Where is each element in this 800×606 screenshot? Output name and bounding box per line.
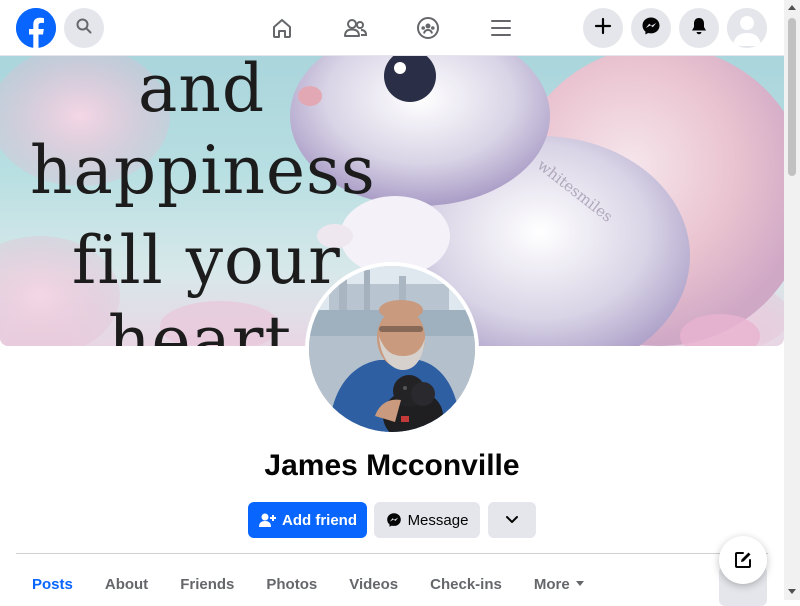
search-button[interactable]	[64, 8, 104, 48]
menu-icon[interactable]	[485, 12, 517, 44]
messenger-icon	[641, 16, 661, 41]
bell-icon	[689, 16, 709, 41]
tab-posts[interactable]: Posts	[32, 562, 73, 600]
tab-videos[interactable]: Videos	[349, 562, 398, 600]
scroll-thumb[interactable]	[788, 18, 796, 176]
scroll-up-icon[interactable]	[788, 5, 796, 10]
tab-more-label: More	[533, 576, 570, 593]
cover-text-line: heart	[108, 302, 292, 347]
cover-text-line: and	[138, 56, 266, 127]
add-friend-icon	[258, 512, 276, 528]
user-avatar-icon[interactable]	[727, 8, 767, 48]
top-navigation-bar	[0, 0, 784, 56]
tab-more[interactable]: More	[534, 562, 584, 600]
cover-text-line: happiness	[30, 132, 376, 209]
caret-down-icon	[575, 581, 584, 586]
tab-friends[interactable]: Friends	[180, 562, 234, 600]
groups-icon[interactable]	[412, 12, 444, 44]
messenger-button[interactable]	[631, 8, 671, 48]
add-friend-label: Add friend	[282, 511, 357, 529]
add-friend-button[interactable]: Add friend	[248, 502, 367, 538]
tab-about[interactable]: About	[105, 562, 148, 600]
friends-icon[interactable]	[339, 12, 371, 44]
message-button[interactable]: Message	[374, 502, 480, 538]
new-message-button[interactable]	[719, 536, 767, 584]
more-actions-button[interactable]	[488, 502, 536, 538]
search-icon	[76, 18, 92, 39]
chevron-down-icon	[505, 515, 519, 525]
plus-icon	[594, 17, 612, 40]
page-scrollbar[interactable]	[784, 0, 800, 600]
messenger-icon	[386, 512, 402, 528]
notifications-button[interactable]	[679, 8, 719, 48]
profile-tabs: Posts About Friends Photos Videos Check-…	[16, 562, 584, 600]
profile-picture[interactable]	[305, 262, 479, 436]
facebook-logo-icon[interactable]	[16, 8, 56, 48]
profile-name: James Mcconville	[264, 449, 520, 482]
compose-icon	[733, 550, 753, 570]
tab-check-ins[interactable]: Check-ins	[430, 562, 502, 600]
message-label: Message	[407, 511, 469, 529]
section-divider	[16, 553, 768, 554]
profile-photo	[309, 266, 475, 432]
home-icon[interactable]	[266, 12, 298, 44]
tab-photos[interactable]: Photos	[266, 562, 317, 600]
cover-text-line: fill your	[72, 222, 341, 299]
create-button[interactable]	[583, 8, 623, 48]
scroll-down-icon[interactable]	[788, 589, 796, 594]
